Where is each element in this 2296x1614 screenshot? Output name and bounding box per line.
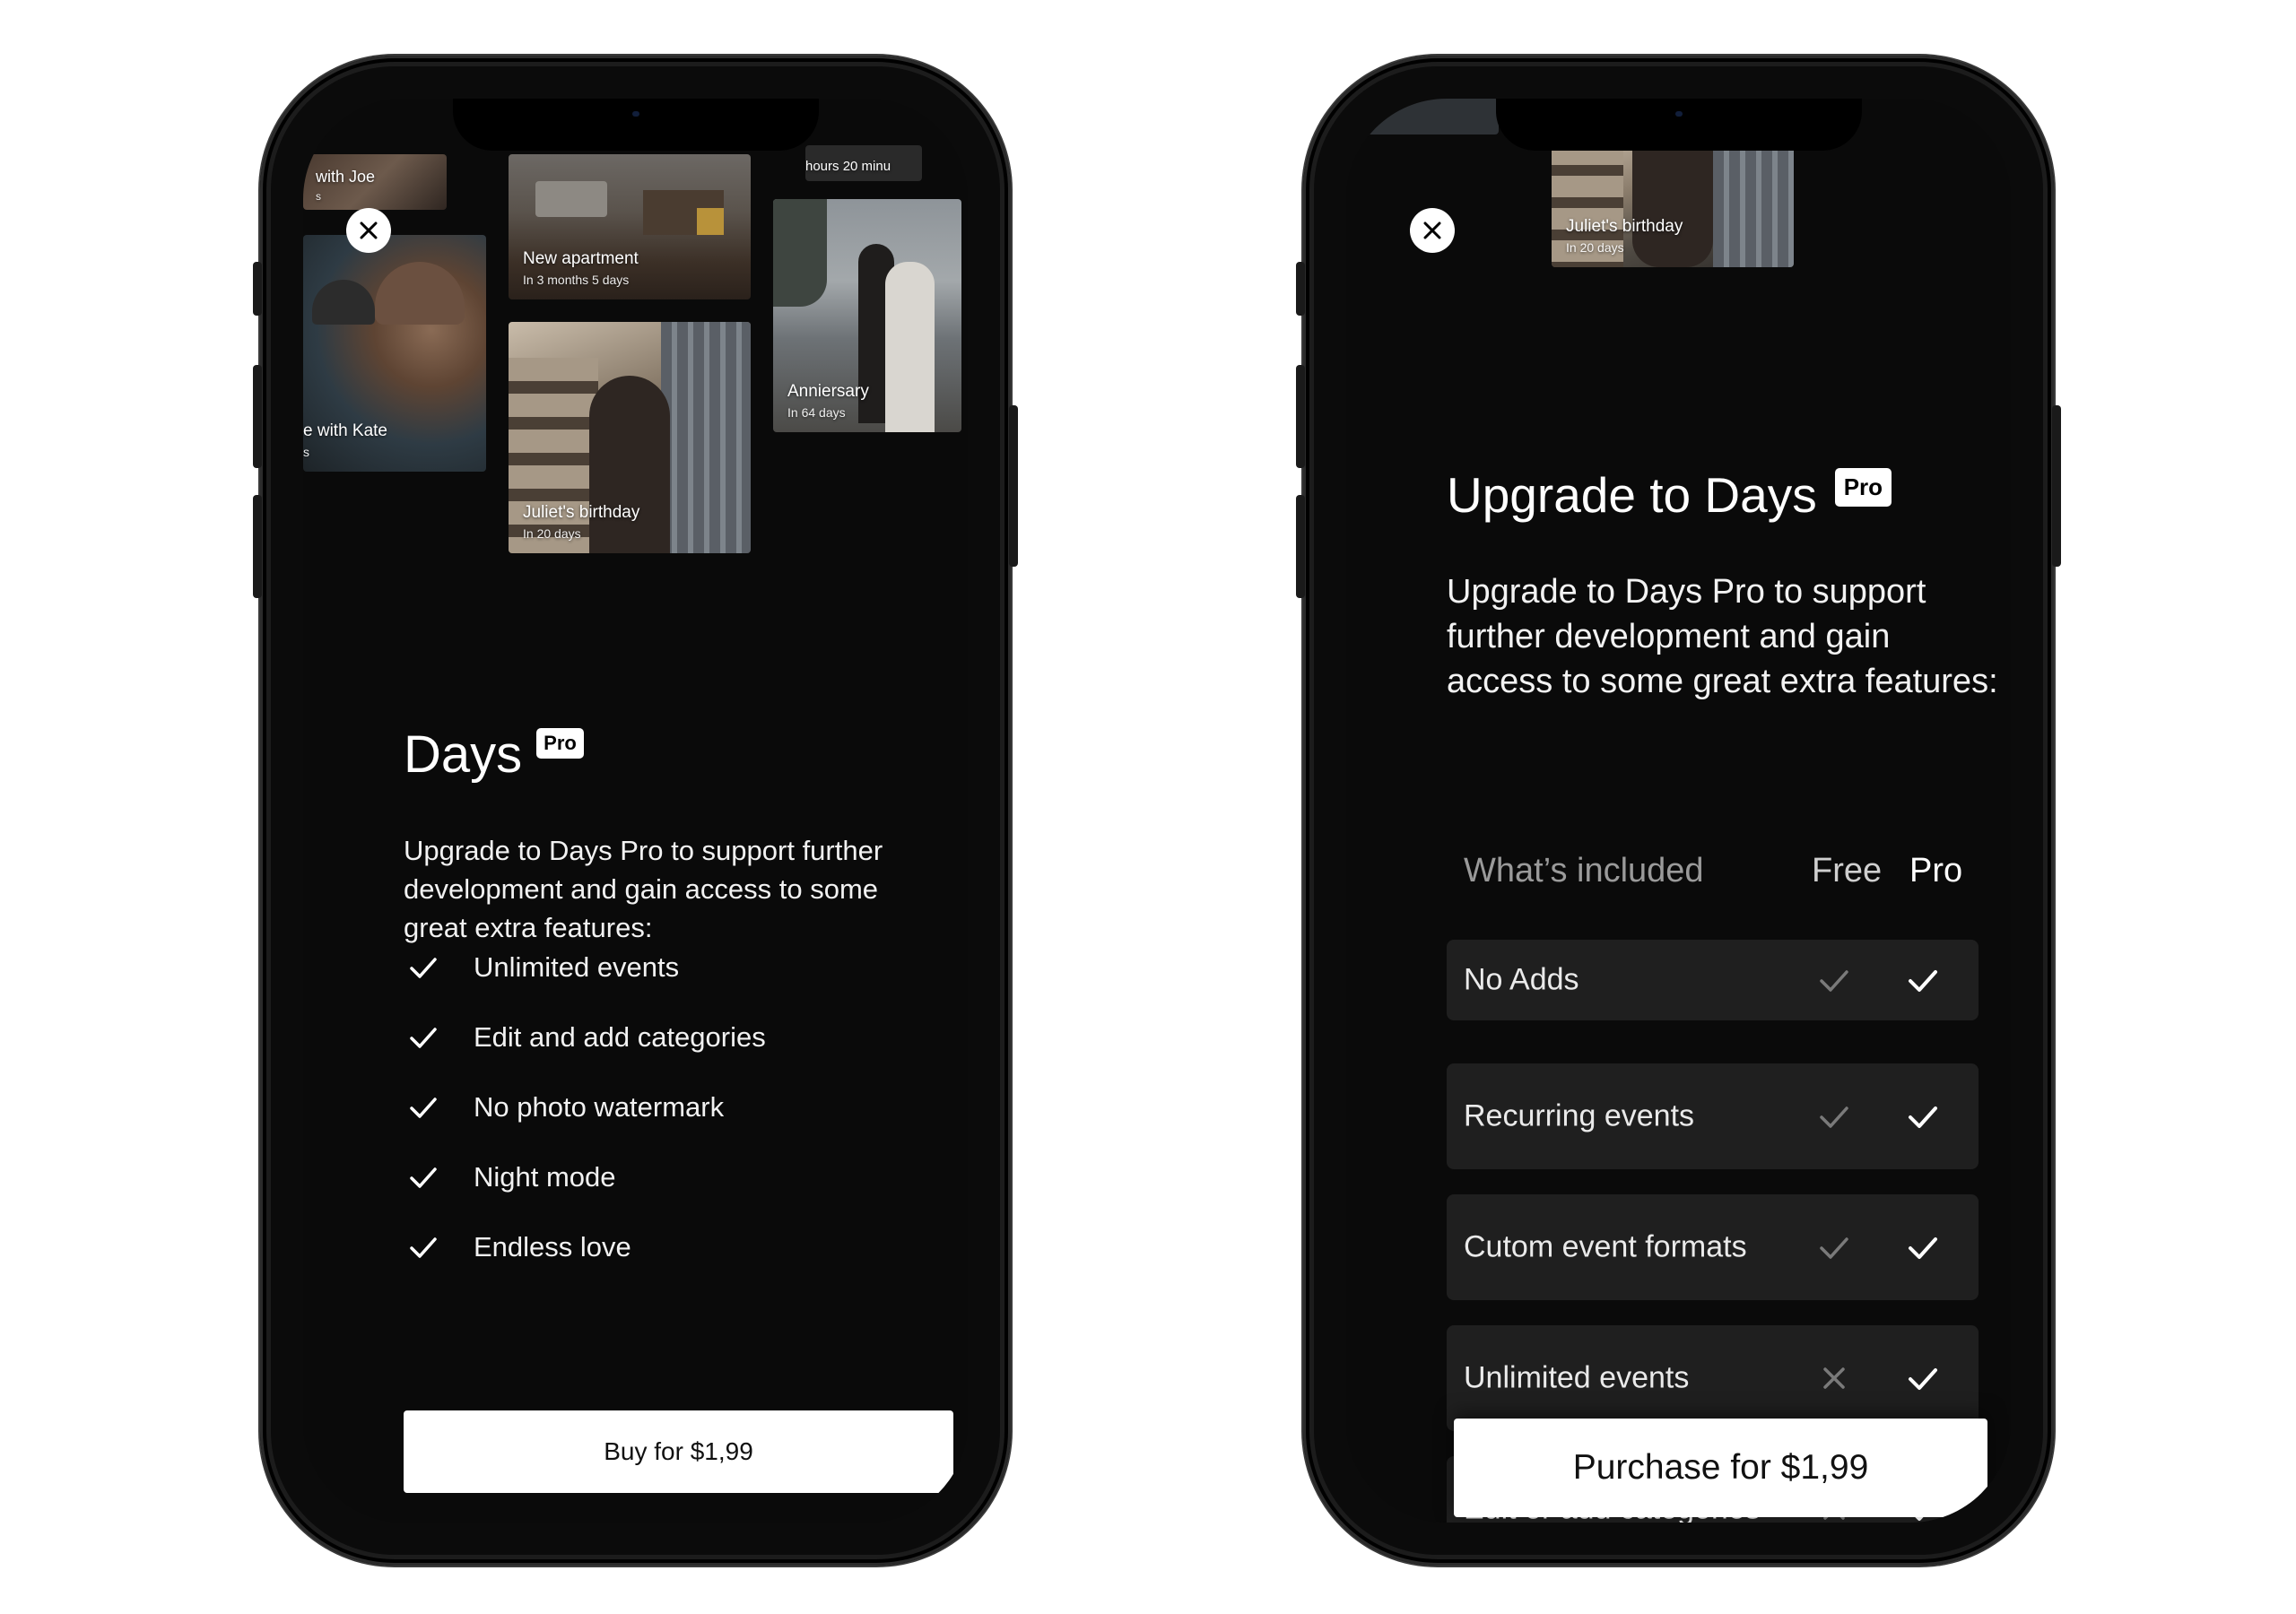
- row-label: Cutom event formats: [1464, 1229, 1747, 1264]
- notch: [1495, 99, 1862, 151]
- upgrade-description: Upgrade to Days Pro to support further d…: [1447, 573, 1998, 700]
- table-row: Unlimited events: [1447, 1325, 1979, 1431]
- check-icon: [410, 1167, 437, 1188]
- pro-badge: Pro: [1834, 468, 1892, 507]
- list-item: Edit and add categories: [404, 1002, 766, 1072]
- pro-check-icon: [1909, 1368, 1937, 1390]
- event-photo-with-joe[interactable]: with Joe s: [303, 154, 447, 210]
- volume-down-button: [1296, 495, 1305, 598]
- upgrade-description: Upgrade to Days Pro to support further d…: [404, 835, 883, 943]
- row-label: Recurring events: [1464, 1098, 1695, 1133]
- page-title: Upgrade to Days Pro: [1447, 466, 1892, 524]
- check-icon: [410, 1098, 437, 1118]
- feature-label: Night mode: [474, 1161, 616, 1193]
- event-photo-partial[interactable]: [1364, 99, 1499, 134]
- event-photo-with-kate[interactable]: e with Kate s: [303, 235, 486, 472]
- silent-switch: [253, 262, 262, 316]
- event-photo-juliets-birthday[interactable]: Juliet's birthday In 20 days: [1552, 143, 1794, 267]
- purchase-button[interactable]: Purchase for $1,99: [1454, 1419, 1987, 1517]
- row-label: No Adds: [1464, 962, 1579, 997]
- page-title: Days Pro: [404, 725, 584, 785]
- check-icon: [410, 1237, 437, 1258]
- pro-check-icon: [1909, 1106, 1937, 1128]
- event-photo-countdown[interactable]: hours 20 minu: [805, 145, 922, 181]
- check-icon: [410, 958, 437, 978]
- feature-list: Unlimited events Edit and add categories…: [404, 933, 766, 1282]
- event-photo-new-apartment[interactable]: New apartment In 3 months 5 days: [509, 154, 751, 299]
- close-button[interactable]: [1410, 208, 1455, 253]
- close-icon: [1423, 221, 1441, 239]
- pro-check-icon: [1909, 1237, 1937, 1259]
- comparison-header: What’s included Free Pro: [1447, 843, 1979, 897]
- app-name: Days: [404, 725, 523, 784]
- list-item: No photo watermark: [404, 1072, 766, 1142]
- buy-button[interactable]: Buy for $1,99: [404, 1410, 953, 1493]
- table-row: No Adds: [1447, 940, 1979, 1020]
- check-icon: [410, 1028, 437, 1048]
- feature-label: Unlimited events: [474, 951, 680, 983]
- list-item: Endless love: [404, 1212, 766, 1282]
- pro-check-icon: [1909, 970, 1937, 992]
- notch: [452, 99, 819, 151]
- title-text: Upgrade to Days: [1447, 467, 1817, 523]
- table-row: Cutom event formats: [1447, 1194, 1979, 1300]
- power-button: [1009, 405, 1018, 567]
- row-label: Unlimited events: [1464, 1360, 1690, 1395]
- volume-down-button: [253, 495, 262, 598]
- silent-switch: [1296, 262, 1305, 316]
- pro-badge: Pro: [536, 728, 584, 759]
- event-photo-juliets-birthday[interactable]: Juliet's birthday In 20 days: [509, 322, 751, 553]
- free-check-icon: [1820, 1237, 1848, 1259]
- header-pro: Pro: [1909, 852, 1963, 889]
- event-photo-anniversary[interactable]: Anniersary In 64 days: [773, 199, 961, 432]
- list-item: Night mode: [404, 1142, 766, 1212]
- volume-up-button: [1296, 365, 1305, 468]
- power-button: [2052, 405, 2061, 567]
- feature-label: Endless love: [474, 1231, 631, 1263]
- upgrade-screen-days: with Joe s e with Kate s New apartment In 3…: [303, 99, 968, 1523]
- close-icon: [360, 221, 378, 239]
- feature-label: Edit and add categories: [474, 1021, 766, 1053]
- volume-up-button: [253, 365, 262, 468]
- close-button[interactable]: [346, 208, 391, 253]
- table-row: Recurring events: [1447, 1063, 1979, 1169]
- free-check-icon: [1820, 1106, 1848, 1128]
- feature-label: No photo watermark: [474, 1091, 725, 1123]
- free-cross-icon: [1823, 1367, 1845, 1389]
- list-item: Unlimited events: [404, 933, 766, 1002]
- phone-right: Juliet's birthday In 20 days Upgrade to D…: [1296, 56, 2061, 1566]
- upgrade-screen-comparison: Juliet's birthday In 20 days Upgrade to D…: [1346, 99, 2011, 1523]
- free-check-icon: [1820, 970, 1848, 992]
- phone-left: with Joe s e with Kate s New apartment In 3…: [253, 56, 1018, 1566]
- header-whats-included: What’s included: [1464, 852, 1704, 889]
- header-free: Free: [1812, 852, 1883, 889]
